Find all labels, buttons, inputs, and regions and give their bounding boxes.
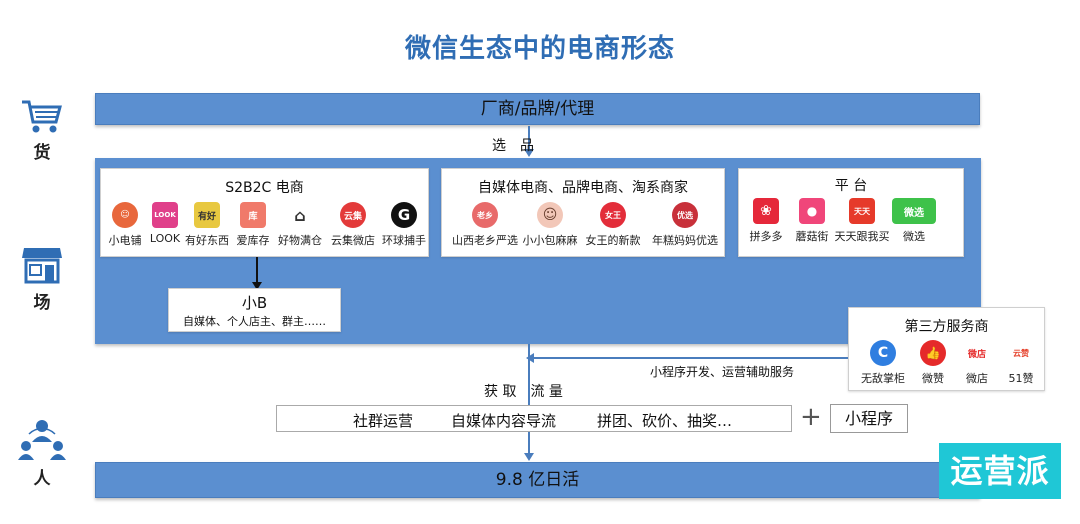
side-goods: 货	[16, 98, 68, 163]
51zan-icon: 云赞	[1008, 340, 1034, 366]
app-item[interactable]: ☺ 小小包麻麻	[520, 202, 580, 248]
app-name: 天天跟我买	[834, 230, 890, 243]
app-name: 无敌掌柜	[861, 372, 905, 385]
app-name: 环球捕手	[382, 234, 426, 247]
weixuan-icon: 微选	[892, 198, 936, 224]
platform-title: 平 台	[834, 178, 868, 194]
media-title: 自媒体电商、品牌电商、淘系商家	[478, 180, 688, 196]
app-name: 小小包麻麻	[522, 234, 578, 247]
app-item[interactable]: G 环球捕手	[378, 202, 430, 248]
side-field-label: 场	[33, 293, 51, 313]
s2b2c-panel: S2B2C 电商 ☺ 小电铺 LOOK LOOK 有好 有好东西 库 爱库存 ⌂…	[100, 168, 429, 257]
select-label: 选 品	[492, 138, 534, 154]
wudi-zhanggui-icon: C	[870, 340, 896, 366]
niangao-mama-icon: 优选	[672, 202, 698, 228]
app-name: 有好东西	[185, 234, 229, 247]
app-item[interactable]: 老乡 山西老乡严选	[450, 202, 520, 248]
app-name: 年糕妈妈优选	[652, 234, 718, 247]
app-name: 女王的新款	[585, 234, 641, 247]
nvwang-icon: 女王	[600, 202, 626, 228]
app-item[interactable]: 有好 有好东西	[181, 202, 233, 248]
side-people-label: 人	[33, 469, 51, 489]
smallb-desc: 自媒体、个人店主、群主……	[183, 315, 326, 328]
service-arrow-line	[532, 357, 848, 359]
daily-active-label: 9.8 亿日活	[495, 470, 580, 490]
daily-active-bar: 9.8 亿日活	[95, 462, 980, 498]
third-party-title: 第三方服务商	[904, 319, 989, 335]
app-name: 小电铺	[108, 234, 142, 247]
store-icon	[22, 248, 62, 284]
app-item[interactable]: ❀ 拼多多	[743, 198, 789, 244]
s2b2c-title: S2B2C 电商	[225, 180, 304, 196]
mini-program-box: 小程序	[830, 404, 908, 433]
smallb-panel: 小B 自媒体、个人店主、群主……	[168, 288, 341, 332]
side-field: 场	[16, 244, 68, 313]
app-item[interactable]: 云集 云集微店	[327, 202, 379, 248]
traffic-label: 获 取 流 量	[484, 384, 563, 400]
smallb-arrow-line	[256, 257, 258, 283]
watermark-logo: 运营派	[939, 443, 1061, 499]
app-name: 微选	[903, 230, 925, 243]
app-item[interactable]: 👍 微赞	[911, 340, 955, 386]
diagram-title: 微信生态中的电商形态	[404, 34, 675, 64]
plus-sign: +	[800, 402, 822, 432]
aikucun-icon: 库	[240, 202, 266, 228]
bag-icon: ⌂	[287, 202, 313, 228]
tiantian-icon: 天天	[849, 198, 875, 224]
app-name: 微赞	[922, 372, 944, 385]
look-icon: LOOK	[152, 202, 178, 228]
method-community: 社群运营	[353, 412, 414, 430]
shopping-cart-icon	[22, 100, 62, 133]
xiaodianpu-icon: ☺	[112, 202, 138, 228]
thumbs-up-icon: 👍	[920, 340, 946, 366]
app-name: 好物满仓	[278, 234, 322, 247]
app-item[interactable]: 女王 女王的新款	[584, 202, 642, 248]
smallb-title: 小B	[241, 294, 268, 312]
app-item[interactable]: ⌂ 好物满仓	[274, 202, 326, 248]
manufacturer-bar: 厂商/品牌/代理	[95, 93, 980, 125]
yunji-icon: 云集	[340, 202, 366, 228]
mogujie-icon: ●	[799, 198, 825, 224]
shanxi-laoxiang-icon: 老乡	[472, 202, 498, 228]
app-item[interactable]: 优选 年糕妈妈优选	[647, 202, 723, 248]
app-name: 山西老乡严选	[452, 234, 518, 247]
media-panel: 自媒体电商、品牌电商、淘系商家 老乡 山西老乡严选 ☺ 小小包麻麻 女王 女王的…	[441, 168, 725, 257]
app-name: 爱库存	[236, 234, 270, 247]
huanqiubushou-icon: G	[391, 202, 417, 228]
service-label: 小程序开发、运营辅助服务	[650, 365, 795, 379]
app-item[interactable]: ● 蘑菇街	[789, 198, 835, 244]
app-item[interactable]: ☺ 小电铺	[105, 202, 145, 248]
app-name: 51赞	[1008, 372, 1034, 385]
app-name: 拼多多	[749, 230, 783, 243]
people-group-icon	[18, 420, 66, 460]
side-goods-label: 货	[33, 143, 51, 163]
app-item[interactable]: LOOK LOOK	[146, 202, 184, 245]
app-item[interactable]: 库 爱库存	[232, 202, 274, 248]
app-name: 蘑菇街	[795, 230, 829, 243]
side-people: 人	[16, 418, 68, 489]
traffic-methods-box: 社群运营 自媒体内容导流 拼团、砍价、抽奖…	[276, 405, 792, 432]
youhaodongxi-icon: 有好	[194, 202, 220, 228]
app-item[interactable]: 天天 天天跟我买	[833, 198, 891, 244]
traffic-arrow-head	[524, 453, 534, 461]
method-media-content: 自媒体内容导流	[451, 412, 557, 430]
manufacturer-bar-label: 厂商/品牌/代理	[480, 99, 595, 119]
app-name: 云集微店	[331, 234, 375, 247]
app-item[interactable]: C 无敌掌柜	[855, 340, 911, 386]
third-party-panel: 第三方服务商 C 无敌掌柜 👍 微赞 微店 微店 云赞 51赞	[848, 307, 1045, 391]
app-name: 微店	[966, 372, 988, 385]
app-item[interactable]: 微店 微店	[955, 340, 999, 386]
app-name: LOOK	[149, 232, 181, 245]
weidian-icon: 微店	[964, 340, 990, 366]
platform-panel: 平 台 ❀ 拼多多 ● 蘑菇街 天天 天天跟我买 微选 微选	[738, 168, 964, 257]
baby-icon: ☺	[537, 202, 563, 228]
app-item[interactable]: 微选 微选	[889, 198, 939, 244]
app-item[interactable]: 云赞 51赞	[999, 340, 1043, 386]
method-group-buy: 拼团、砍价、抽奖…	[597, 412, 733, 430]
pinduoduo-icon: ❀	[753, 198, 779, 224]
